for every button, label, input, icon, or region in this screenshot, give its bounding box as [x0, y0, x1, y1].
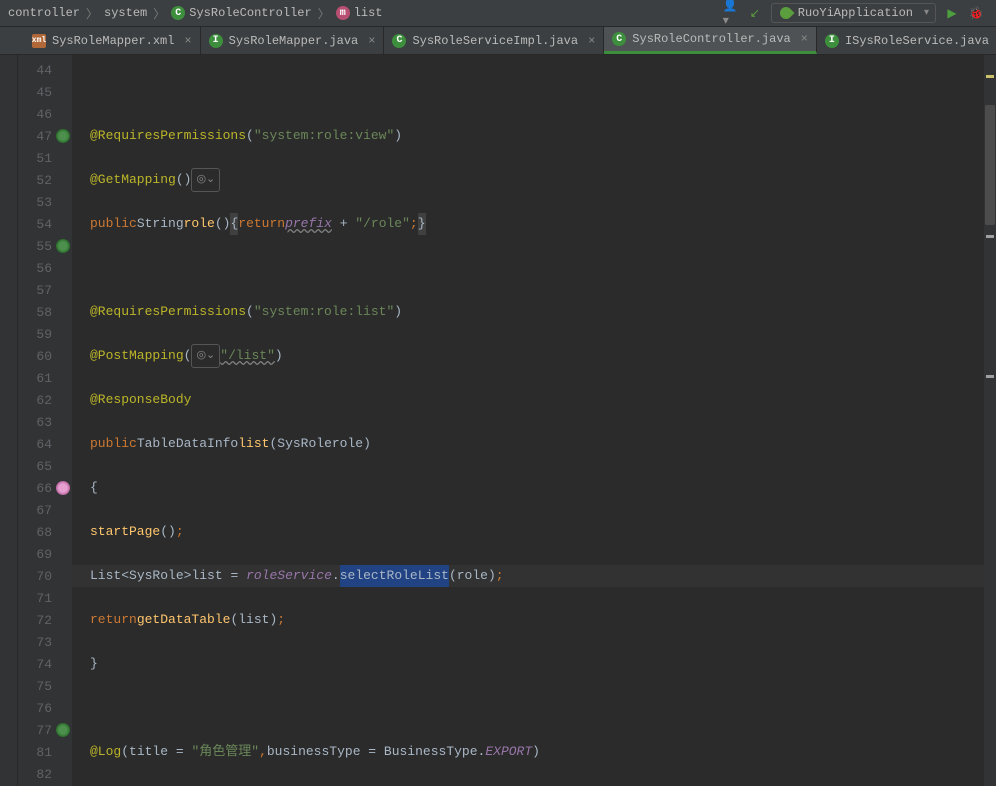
editor: 4445464751525354555657585960616263646566…	[0, 55, 996, 786]
line-number[interactable]: 71	[18, 587, 72, 609]
line-number[interactable]: 56	[18, 257, 72, 279]
editor-tabs: xml SysRoleMapper.xml × SysRoleMapper.ja…	[0, 27, 996, 55]
line-number[interactable]: 70	[18, 565, 72, 587]
close-icon[interactable]: ×	[184, 34, 191, 48]
tab-label: SysRoleController.java	[632, 32, 790, 46]
line-number[interactable]: 75	[18, 675, 72, 697]
line-number[interactable]: 82	[18, 763, 72, 785]
line-number[interactable]: 73	[18, 631, 72, 653]
line-number[interactable]: 72	[18, 609, 72, 631]
breadcrumb-label: system	[104, 6, 147, 20]
line-number[interactable]: 58	[18, 301, 72, 323]
line-number[interactable]: 76	[18, 697, 72, 719]
tab-label: ISysRoleService.java	[845, 34, 989, 48]
close-icon[interactable]: ×	[588, 34, 595, 48]
line-number[interactable]: 52	[18, 169, 72, 191]
line-number[interactable]: 55	[18, 235, 72, 257]
class-icon: C	[171, 6, 185, 20]
run-icon[interactable]: ▶	[944, 5, 960, 21]
gutter-glyph-icon[interactable]	[56, 129, 70, 143]
line-number[interactable]: 54	[18, 213, 72, 235]
class-icon	[612, 32, 626, 46]
scrollbar-thumb[interactable]	[985, 105, 995, 225]
xml-icon: xml	[32, 34, 46, 48]
tab-label: SysRoleMapper.xml	[52, 34, 174, 48]
line-number[interactable]: 60	[18, 345, 72, 367]
interface-icon	[209, 34, 223, 48]
line-number[interactable]: 67	[18, 499, 72, 521]
class-icon	[392, 34, 406, 48]
breadcrumb-item[interactable]: m list	[332, 6, 387, 20]
line-number[interactable]: 47	[18, 125, 72, 147]
error-stripe-marker[interactable]	[986, 375, 994, 378]
close-icon[interactable]: ×	[801, 32, 808, 46]
line-numbers-gutter[interactable]: 4445464751525354555657585960616263646566…	[18, 55, 72, 786]
line-number[interactable]: 46	[18, 103, 72, 125]
chevron-right-icon: 〉	[316, 5, 332, 22]
line-number[interactable]: 45	[18, 81, 72, 103]
line-number[interactable]: 66	[18, 477, 72, 499]
tab[interactable]: ISysRoleService.java ×	[817, 27, 996, 54]
error-stripe-marker[interactable]	[986, 75, 994, 78]
breadcrumb: controller 〉 system 〉 C SysRoleControlle…	[0, 0, 996, 27]
tab[interactable]: xml SysRoleMapper.xml ×	[24, 27, 201, 54]
close-icon[interactable]: ×	[368, 34, 375, 48]
line-number[interactable]: 44	[18, 59, 72, 81]
line-number[interactable]: 68	[18, 521, 72, 543]
left-stripe	[0, 55, 18, 786]
method-icon: m	[336, 6, 350, 20]
breadcrumb-item[interactable]: controller	[4, 6, 84, 20]
breadcrumb-label: list	[354, 6, 383, 20]
line-number[interactable]: 59	[18, 323, 72, 345]
spring-boot-icon	[777, 5, 794, 22]
gutter-glyph-icon[interactable]	[56, 239, 70, 253]
line-number[interactable]: 64	[18, 433, 72, 455]
breadcrumb-item[interactable]: C SysRoleController	[167, 6, 315, 20]
line-number[interactable]: 53	[18, 191, 72, 213]
error-stripe-marker[interactable]	[986, 235, 994, 238]
line-number[interactable]: 63	[18, 411, 72, 433]
run-config-label: RuoYiApplication	[798, 6, 913, 20]
line-number[interactable]: 81	[18, 741, 72, 763]
debug-icon[interactable]: 🐞	[968, 5, 984, 21]
tab-label: SysRoleMapper.java	[229, 34, 359, 48]
chevron-right-icon: 〉	[84, 5, 100, 22]
tab[interactable]: SysRoleMapper.java ×	[201, 27, 385, 54]
scrollbar[interactable]	[984, 55, 996, 786]
code-content[interactable]: @RequiresPermissions("system:role:view")…	[72, 55, 984, 786]
line-number[interactable]: 65	[18, 455, 72, 477]
reimport-icon[interactable]: ↙	[747, 5, 763, 21]
run-config-selector[interactable]: RuoYiApplication	[771, 3, 936, 23]
line-number[interactable]: 62	[18, 389, 72, 411]
line-number[interactable]: 74	[18, 653, 72, 675]
line-number[interactable]: 77	[18, 719, 72, 741]
tab-active[interactable]: SysRoleController.java ×	[604, 27, 817, 54]
line-number[interactable]: 51	[18, 147, 72, 169]
gutter-glyph-icon[interactable]	[56, 481, 70, 495]
interface-icon	[825, 34, 839, 48]
line-number[interactable]: 57	[18, 279, 72, 301]
gutter-glyph-icon[interactable]	[56, 723, 70, 737]
breadcrumb-item[interactable]: system	[100, 6, 151, 20]
breadcrumb-label: SysRoleController	[189, 6, 311, 20]
chevron-right-icon: 〉	[151, 5, 167, 22]
breadcrumb-label: controller	[8, 6, 80, 20]
tab[interactable]: SysRoleServiceImpl.java ×	[384, 27, 604, 54]
line-number[interactable]: 61	[18, 367, 72, 389]
user-icon[interactable]: 👤▾	[723, 5, 739, 21]
tab-label: SysRoleServiceImpl.java	[412, 34, 578, 48]
line-number[interactable]: 69	[18, 543, 72, 565]
